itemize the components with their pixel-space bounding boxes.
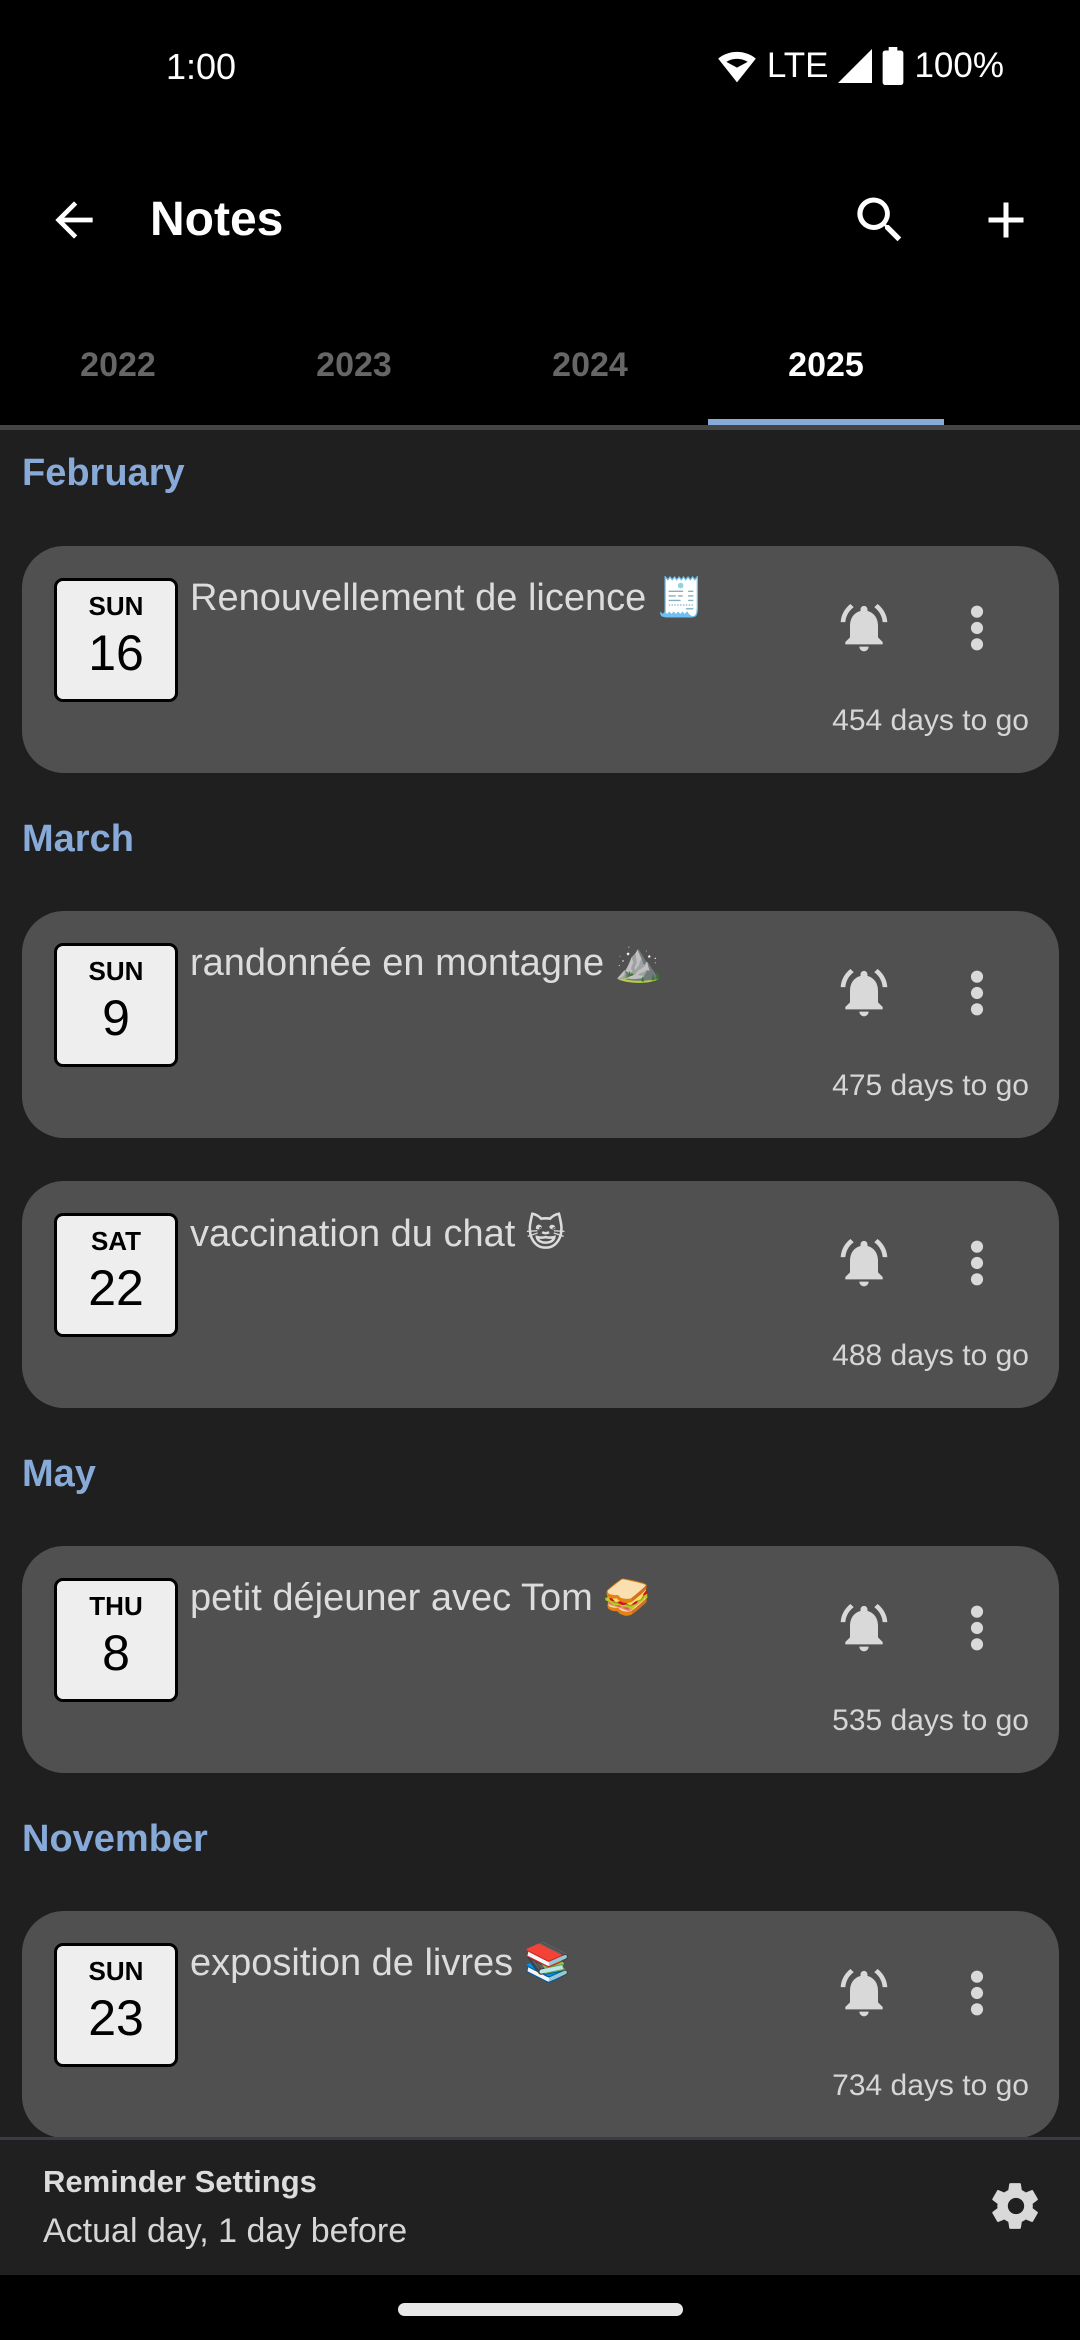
days-to-go: 734 days to go: [832, 2069, 1029, 2102]
note-title: randonnée en montagne ⛰️: [190, 942, 662, 984]
more-vert-icon: [970, 1240, 984, 1286]
reminder-button[interactable]: [836, 1600, 892, 1656]
search-icon: [857, 197, 902, 242]
days-to-go: 475 days to go: [832, 1069, 1029, 1102]
reminder-settings-value: Actual day, 1 day before: [43, 2212, 408, 2250]
gear-icon: [992, 2183, 1038, 2229]
year-tabs: 2022 2023 2024 2025: [0, 300, 1080, 430]
status-bar: 1:00 LTE 100%: [0, 0, 1080, 140]
more-options-button[interactable]: [962, 600, 992, 656]
battery-icon: [882, 47, 904, 85]
search-button[interactable]: [850, 190, 910, 250]
network-type: LTE: [766, 46, 829, 85]
date-badge: SUN 9: [54, 943, 178, 1067]
reminder-button[interactable]: [836, 1965, 892, 2021]
month-header-march: March: [22, 818, 134, 860]
status-time: 1:00: [166, 46, 237, 87]
note-card[interactable]: THU 8 petit déjeuner avec Tom 🥪 535 days…: [22, 1546, 1059, 1773]
battery-level: 100%: [914, 46, 1004, 85]
tab-2022[interactable]: 2022: [0, 300, 236, 430]
status-icons: LTE 100%: [717, 46, 1004, 86]
date-badge: SUN 16: [54, 578, 178, 702]
more-options-button[interactable]: [962, 1235, 992, 1291]
days-to-go: 535 days to go: [832, 1704, 1029, 1737]
more-options-button[interactable]: [962, 1965, 992, 2021]
day-of-week: SUN: [88, 956, 144, 986]
note-title: vaccination du chat 😺: [190, 1213, 566, 1255]
tab-2025[interactable]: 2025: [708, 300, 944, 430]
arrow-back-icon: [55, 201, 93, 239]
tab-2024[interactable]: 2024: [472, 300, 708, 430]
day-of-week: SAT: [90, 1226, 142, 1256]
day-number: 22: [88, 1260, 144, 1316]
note-title: Renouvellement de licence 🧾: [190, 577, 705, 619]
app-bar: Notes: [0, 140, 1080, 300]
bell-ringing-icon: [840, 1968, 888, 2017]
day-of-week: SUN: [88, 591, 144, 621]
home-gesture-handle[interactable]: [398, 2303, 683, 2316]
date-badge: THU 8: [54, 1578, 178, 1702]
plus-icon: [988, 202, 1024, 238]
more-options-button[interactable]: [962, 965, 992, 1021]
wifi-icon: [717, 48, 757, 84]
page-title: Notes: [150, 193, 284, 246]
day-number: 16: [88, 625, 144, 681]
add-note-button[interactable]: [976, 190, 1036, 250]
note-card[interactable]: SUN 23 exposition de livres 📚 734 days t…: [22, 1911, 1059, 2137]
tab-2023[interactable]: 2023: [236, 300, 472, 430]
date-badge: SAT 22: [54, 1213, 178, 1337]
bell-ringing-icon: [840, 603, 888, 652]
note-card[interactable]: SUN 9 randonnée en montagne ⛰️ 475 days …: [22, 911, 1059, 1138]
day-of-week: THU: [89, 1591, 143, 1621]
signal-icon: [838, 49, 873, 83]
more-vert-icon: [970, 1970, 984, 2016]
note-title: exposition de livres 📚: [190, 1942, 572, 1984]
month-header-may: May: [22, 1453, 96, 1495]
bell-ringing-icon: [840, 1603, 888, 1652]
reminder-button[interactable]: [836, 965, 892, 1021]
day-number: 8: [102, 1625, 130, 1681]
note-title: petit déjeuner avec Tom 🥪: [190, 1577, 651, 1619]
day-of-week: SUN: [88, 1956, 144, 1986]
reminder-settings-bar[interactable]: Reminder Settings Actual day, 1 day befo…: [0, 2137, 1080, 2275]
note-card[interactable]: SAT 22 vaccination du chat 😺 488 days to…: [22, 1181, 1059, 1408]
days-to-go: 488 days to go: [832, 1339, 1029, 1372]
reminder-settings-title: Reminder Settings: [43, 2164, 317, 2199]
reminder-settings-button[interactable]: [988, 2178, 1044, 2234]
note-card[interactable]: SUN 16 Renouvellement de licence 🧾 454 d…: [22, 546, 1059, 773]
more-options-button[interactable]: [962, 1600, 992, 1656]
reminder-button[interactable]: [836, 600, 892, 656]
bell-ringing-icon: [840, 968, 888, 1017]
back-button[interactable]: [46, 192, 102, 248]
day-number: 9: [102, 990, 130, 1046]
reminder-button[interactable]: [836, 1235, 892, 1291]
bell-ringing-icon: [840, 1238, 888, 1287]
more-vert-icon: [970, 605, 984, 651]
more-vert-icon: [970, 1605, 984, 1651]
month-header-february: February: [22, 452, 185, 494]
month-header-november: November: [22, 1818, 208, 1860]
notes-list[interactable]: February SUN 16 Renouvellement de licenc…: [0, 430, 1080, 2137]
days-to-go: 454 days to go: [832, 704, 1029, 737]
system-nav-bar: [0, 2275, 1080, 2340]
day-number: 23: [88, 1990, 144, 2046]
more-vert-icon: [970, 970, 984, 1016]
date-badge: SUN 23: [54, 1943, 178, 2067]
